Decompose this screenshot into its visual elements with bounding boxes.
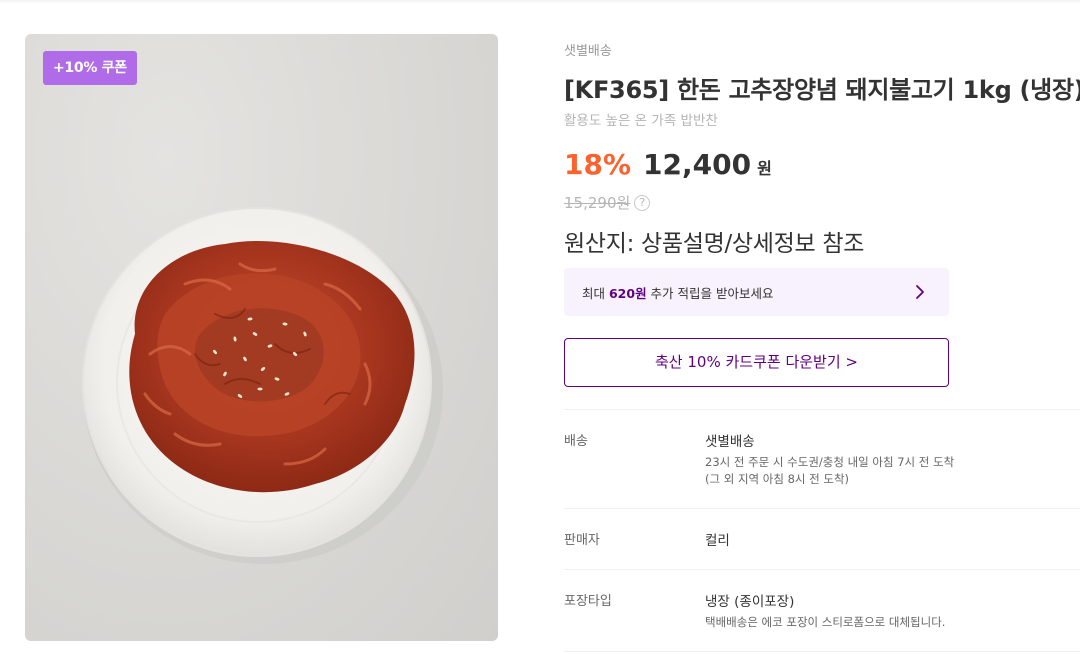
delivery-desc-line1: 23시 전 주문 시 수도권/충청 내일 아침 7시 전 도착 (705, 455, 955, 469)
divider (564, 409, 1080, 410)
points-text: 최대 620원 추가 적립을 받아보세요 (582, 283, 774, 302)
seller-value: 컬리 (705, 533, 730, 549)
coupon-badge: +10% 쿠폰 (43, 51, 137, 85)
sale-price: 12,400 (643, 148, 752, 181)
product-image: +10% 쿠폰 (25, 34, 498, 641)
product-title: [KF365] 한돈 고추장양념 돼지불고기 1kg (냉장) (564, 76, 1080, 104)
points-banner[interactable]: 최대 620원 추가 적립을 받아보세요 (564, 268, 949, 316)
packaging-value: 냉장 (종이포장) (705, 594, 795, 610)
delivery-type-label: 샛별배송 (564, 44, 612, 59)
product-subtitle: 활용도 높은 온 가족 밥반찬 (564, 113, 718, 129)
packaging-label: 포장타입 (564, 594, 612, 609)
original-price: 15,290원 (564, 194, 631, 212)
points-amount: 620원 (608, 285, 647, 301)
product-photo-illustration (82, 207, 443, 564)
product-info-panel: 샛별배송 [KF365] 한돈 고추장양념 돼지불고기 1kg (냉장) 활용도… (564, 0, 1080, 654)
card-coupon-download-button[interactable]: 축산 10% 카드쿠폰 다운받기 > (564, 338, 949, 387)
delivery-value: 샛별배송 (705, 434, 755, 450)
seller-label: 판매자 (564, 533, 600, 548)
divider (564, 569, 1080, 570)
question-icon[interactable]: ? (634, 194, 651, 211)
points-prefix: 최대 (582, 285, 609, 301)
discount-rate: 18% (564, 148, 632, 181)
chevron-right-icon (916, 285, 924, 299)
points-suffix: 추가 적립을 받아보세요 (646, 285, 774, 301)
divider (564, 508, 1080, 509)
original-price-row: 15,290원 ? (564, 192, 651, 213)
delivery-label: 배송 (564, 434, 588, 449)
price-row: 18% 12,400 원 (564, 148, 772, 181)
divider (564, 651, 1080, 652)
delivery-desc-line2: (그 외 지역 아침 8시 전 도착) (705, 472, 850, 486)
origin-info: 원산지: 상품설명/상세정보 참조 (564, 231, 865, 257)
packaging-desc: 택배배송은 에코 포장이 스티로폼으로 대체됩니다. (705, 615, 946, 629)
currency-unit: 원 (757, 159, 772, 178)
